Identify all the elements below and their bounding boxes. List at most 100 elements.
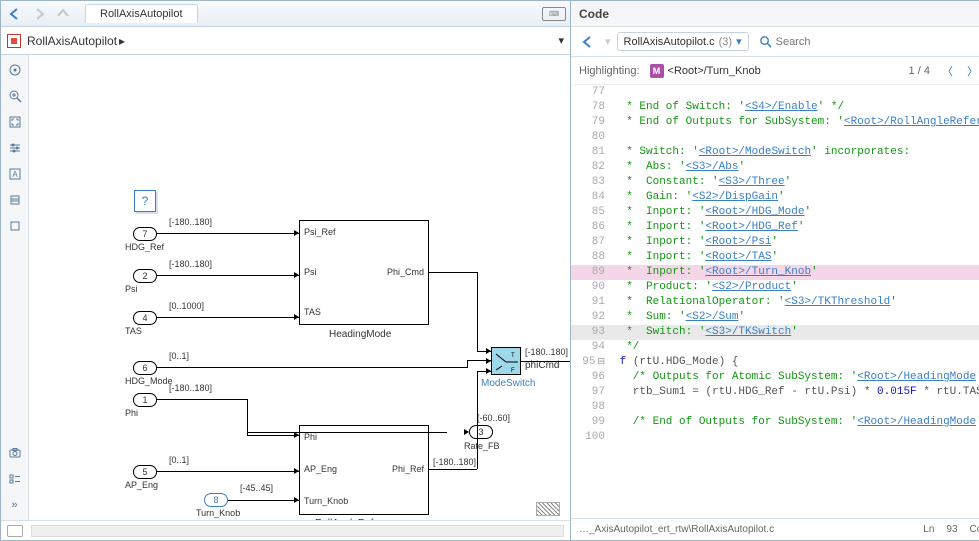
square-icon[interactable] [6,217,24,235]
status-db-icon[interactable] [7,525,23,537]
code-line[interactable]: 98 [571,400,979,415]
col-label: Col [970,524,979,535]
diagram-canvas[interactable]: ? Psi_Ref Psi TAS Phi_Cmd HeadingMode Ph… [29,55,570,520]
annotation-icon[interactable]: A [6,165,24,183]
port-label: TAS [304,307,321,317]
code-line[interactable]: 94 */ [571,340,979,355]
code-line[interactable]: 80 [571,130,979,145]
highlight-label: Highlighting: [579,65,640,77]
code-line[interactable]: 88 * Inport: '<Root>/TAS' [571,250,979,265]
zoom-in-icon[interactable] [6,87,24,105]
model-tab[interactable]: RollAxisAutopilot [85,4,198,23]
code-pane-header: Code ⊖ ▾ [571,1,979,27]
highlight-bar: Highlighting: M <Root>/Turn_Knob 1 / 4 〈… [571,57,979,85]
port-label: Phi_Ref [392,464,424,474]
file-name: RollAxisAutopilot.c [624,36,715,48]
code-line[interactable]: 82 * Abs: '<S3>/Abs' [571,160,979,175]
code-line[interactable]: 84 * Gain: '<S2>/DispGain' [571,190,979,205]
code-line[interactable]: 86 * Inport: '<Root>/HDG_Ref' [571,220,979,235]
code-editor[interactable]: 77 78 * End of Switch: '<S4>/Enable' */7… [571,85,979,518]
nav-back-button[interactable] [5,4,25,24]
inport-turn_knob[interactable]: 8 [204,493,228,507]
expand-icon[interactable]: » [6,496,24,514]
nav-forward-button[interactable] [29,4,49,24]
search-input[interactable] [776,36,979,48]
left-status-bar [1,520,570,540]
code-line[interactable]: 79 * End of Outputs for SubSystem: '<Roo… [571,115,979,130]
inport-psi[interactable]: 2 [133,269,157,283]
code-line[interactable]: 97 rtb_Sum1 = (rtU.HDG_Ref - rtU.Psi) * … [571,385,979,400]
search-icon [759,35,772,48]
code-status-bar: …_AxisAutopilot_ert_rtw\RollAxisAutopilo… [571,518,979,540]
h-scrollbar[interactable] [31,525,564,537]
inport-tas[interactable]: 4 [133,311,157,325]
fit-view-icon[interactable] [6,113,24,131]
simulink-model-icon[interactable] [7,34,21,48]
nav-toolbar: RollAxisAutopilot ⌨ [1,1,570,27]
code-line[interactable]: 81 * Switch: '<Root>/ModeSwitch' incorpo… [571,145,979,160]
code-line[interactable]: 78 * End of Switch: '<S4>/Enable' */ [571,100,979,115]
breadcrumb[interactable]: RollAxisAutopilot▸ [27,34,125,48]
code-line[interactable]: 93 * Switch: '<S3>/TKSwitch' [571,325,979,340]
inport-phi[interactable]: 1 [133,393,157,407]
range-label: [-45..45] [240,483,273,493]
layers-icon[interactable] [6,191,24,209]
heading-mode-block[interactable]: Psi_Ref Psi TAS Phi_Cmd [299,220,429,325]
inport-ap_eng[interactable]: 5 [133,465,157,479]
file-selector[interactable]: RollAxisAutopilot.c (3) ▾ [617,32,749,51]
range-label: [-180..180] [169,217,212,227]
port-label: Phi_Cmd [387,267,424,277]
breadcrumb-bar: RollAxisAutopilot▸ ▾ [1,27,570,55]
highlight-prev-icon[interactable]: 〈 [940,63,955,79]
highlight-chip[interactable]: M <Root>/Turn_Knob [650,64,761,78]
ln-label: Ln [923,524,934,535]
mode-switch-block[interactable]: TF [491,347,521,375]
inport-hdg_mode[interactable]: 6 [133,361,157,375]
code-line[interactable]: 99 /* End of Outputs for SubSystem: '<Ro… [571,415,979,430]
port-label: Psi [304,267,317,277]
code-back-button[interactable] [577,31,599,53]
chevron-down-icon: ▾ [736,35,742,48]
outport-rate-fb[interactable]: 3 [469,425,493,439]
block-name: HeadingMode [329,329,391,340]
range-label: [-180..180] [433,457,476,467]
svg-text:F: F [511,368,515,374]
code-line[interactable]: 90 * Product: '<S2>/Product' [571,280,979,295]
keyboard-icon[interactable]: ⌨ [542,7,566,21]
nav-up-button[interactable] [53,4,73,24]
code-line[interactable]: 95⊟ f (rtU.HDG_Mode) { [571,355,979,370]
code-line[interactable]: 91 * RelationalOperator: '<S3>/TKThresho… [571,295,979,310]
code-line[interactable]: 92 * Sum: '<S2>/Sum' [571,310,979,325]
code-pane-title: Code [579,7,609,21]
file-count: (3) [719,36,732,48]
camera-icon[interactable] [6,444,24,462]
svg-text:T: T [511,353,515,359]
code-line[interactable]: 77 [571,85,979,100]
sliders-icon[interactable] [6,139,24,157]
code-line[interactable]: 83 * Constant: '<S3>/Three' [571,175,979,190]
code-forward-caret-icon[interactable]: ▾ [605,35,611,48]
code-line[interactable]: 100 [571,430,979,445]
code-line[interactable]: 87 * Inport: '<Root>/Psi' [571,235,979,250]
range-label: [-180..180] [169,383,212,393]
roll-angle-ref-block[interactable]: Phi AP_Eng Turn_Knob Phi_Ref [299,425,429,515]
range-label: [-180..180] [525,347,568,357]
code-line[interactable]: 96 /* Outputs for Atomic SubSystem: '<Ro… [571,370,979,385]
model-info-block[interactable]: ? [134,190,156,212]
footer-path: …_AxisAutopilot_ert_rtw\RollAxisAutopilo… [579,524,911,535]
code-line[interactable]: 85 * Inport: '<Root>/HDG_Mode' [571,205,979,220]
ln-value: 93 [946,524,957,535]
highlight-badge: M [650,64,664,78]
highlight-next-icon[interactable]: 〉 [965,63,979,79]
code-line[interactable]: 89 * Inport: '<Root>/Turn_Knob' [571,265,979,280]
code-search[interactable] [755,33,979,50]
target-icon[interactable] [6,61,24,79]
inport-hdg_ref[interactable]: 7 [133,227,157,241]
list-icon[interactable] [6,470,24,488]
range-label: [0..1] [169,455,189,465]
overview-toggle-icon[interactable] [536,502,560,516]
port-name: Turn_Knob [196,508,240,518]
breadcrumb-dropdown-icon[interactable]: ▾ [558,34,564,47]
block-name: ModeSwitch [481,378,535,389]
range-label: [0..1] [169,351,189,361]
